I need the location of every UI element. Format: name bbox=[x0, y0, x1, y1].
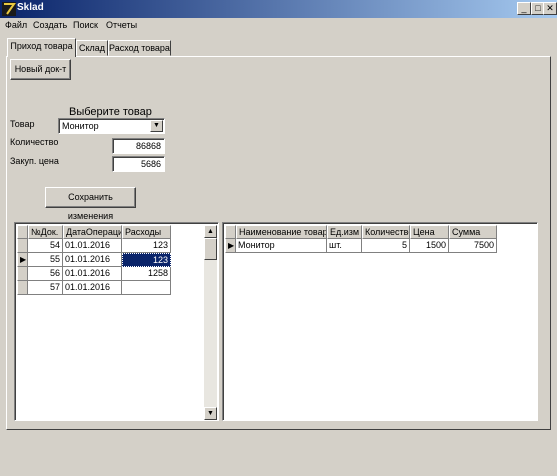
price-field[interactable]: 5686 bbox=[112, 156, 165, 172]
column-header[interactable]: Ед.изм bbox=[327, 225, 362, 239]
column-header[interactable]: Цена bbox=[410, 225, 449, 239]
product-combobox[interactable]: Монитор ▼ bbox=[58, 118, 165, 134]
table-cell[interactable]: 54 bbox=[28, 239, 63, 253]
product-value: Монитор bbox=[62, 121, 99, 131]
table-cell[interactable]: 01.01.2016 bbox=[63, 239, 122, 253]
table-cell[interactable]: шт. bbox=[327, 239, 362, 253]
table-cell[interactable]: 56 bbox=[28, 267, 63, 281]
scroll-up-icon[interactable]: ▲ bbox=[204, 225, 217, 238]
tab-income[interactable]: Приход товара bbox=[7, 38, 76, 57]
quantity-label: Количество bbox=[10, 137, 59, 147]
selected-cell[interactable]: 123 bbox=[122, 253, 171, 267]
grid-corner bbox=[17, 225, 28, 239]
row-indicator[interactable] bbox=[17, 267, 28, 281]
minimize-button[interactable]: _ bbox=[517, 2, 531, 15]
table-cell[interactable] bbox=[122, 281, 171, 295]
menu-reports[interactable]: Отчеты bbox=[106, 20, 137, 30]
choose-product-caption: Выберите товар bbox=[69, 106, 152, 118]
column-header[interactable]: Расходы bbox=[122, 225, 171, 239]
save-changes-button[interactable]: Сохранить изменения bbox=[45, 187, 136, 221]
table-cell[interactable]: 5 bbox=[362, 239, 410, 253]
title-bar bbox=[0, 0, 557, 18]
quantity-field[interactable]: 86868 bbox=[112, 138, 165, 154]
vertical-scrollbar[interactable]: ▲ ▼ bbox=[204, 225, 217, 420]
row-pointer-icon[interactable]: ▶ bbox=[225, 239, 236, 253]
table-cell[interactable]: 7500 bbox=[449, 239, 497, 253]
column-header[interactable]: Наименование товара bbox=[236, 225, 327, 239]
price-label: Закуп. цена bbox=[10, 156, 59, 166]
menu-create[interactable]: Создать bbox=[33, 20, 67, 30]
menu-search[interactable]: Поиск bbox=[73, 20, 98, 30]
row-indicator[interactable] bbox=[17, 281, 28, 295]
tab-stock[interactable]: Склад bbox=[76, 40, 108, 56]
table-cell[interactable]: 123 bbox=[122, 239, 171, 253]
tab-expense[interactable]: Расход товара bbox=[108, 40, 171, 56]
window-title: Sklad bbox=[17, 2, 44, 13]
table-cell[interactable]: Монитор bbox=[236, 239, 327, 253]
table-cell[interactable]: 01.01.2016 bbox=[63, 281, 122, 295]
menu-bar: Файл Создать Поиск Отчеты bbox=[0, 18, 557, 33]
table-cell[interactable]: 1500 bbox=[410, 239, 449, 253]
documents-grid[interactable]: №Док. ДатаОперации Расходы 54 01.01.2016… bbox=[14, 222, 219, 421]
new-document-button[interactable]: Новый док-т bbox=[10, 59, 71, 80]
product-label: Товар bbox=[10, 119, 35, 129]
column-header[interactable]: ДатаОперации bbox=[63, 225, 122, 239]
grid-corner bbox=[225, 225, 236, 239]
table-cell[interactable]: 1258 bbox=[122, 267, 171, 281]
column-header[interactable]: №Док. bbox=[28, 225, 63, 239]
column-header[interactable]: Сумма bbox=[449, 225, 497, 239]
close-button[interactable]: ✕ bbox=[543, 2, 557, 15]
items-grid[interactable]: Наименование товара Ед.изм Количество Це… bbox=[222, 222, 538, 421]
app-icon bbox=[2, 2, 16, 16]
chevron-down-icon[interactable]: ▼ bbox=[150, 120, 163, 132]
row-indicator[interactable] bbox=[17, 239, 28, 253]
column-header[interactable]: Количество bbox=[362, 225, 410, 239]
row-pointer-icon[interactable]: ▶ bbox=[17, 253, 28, 267]
scrollbar-thumb[interactable] bbox=[204, 238, 217, 260]
table-cell[interactable]: 01.01.2016 bbox=[63, 253, 122, 267]
menu-file[interactable]: Файл bbox=[5, 20, 27, 30]
table-cell[interactable]: 57 bbox=[28, 281, 63, 295]
scroll-down-icon[interactable]: ▼ bbox=[204, 407, 217, 420]
table-cell[interactable]: 01.01.2016 bbox=[63, 267, 122, 281]
table-cell[interactable]: 55 bbox=[28, 253, 63, 267]
